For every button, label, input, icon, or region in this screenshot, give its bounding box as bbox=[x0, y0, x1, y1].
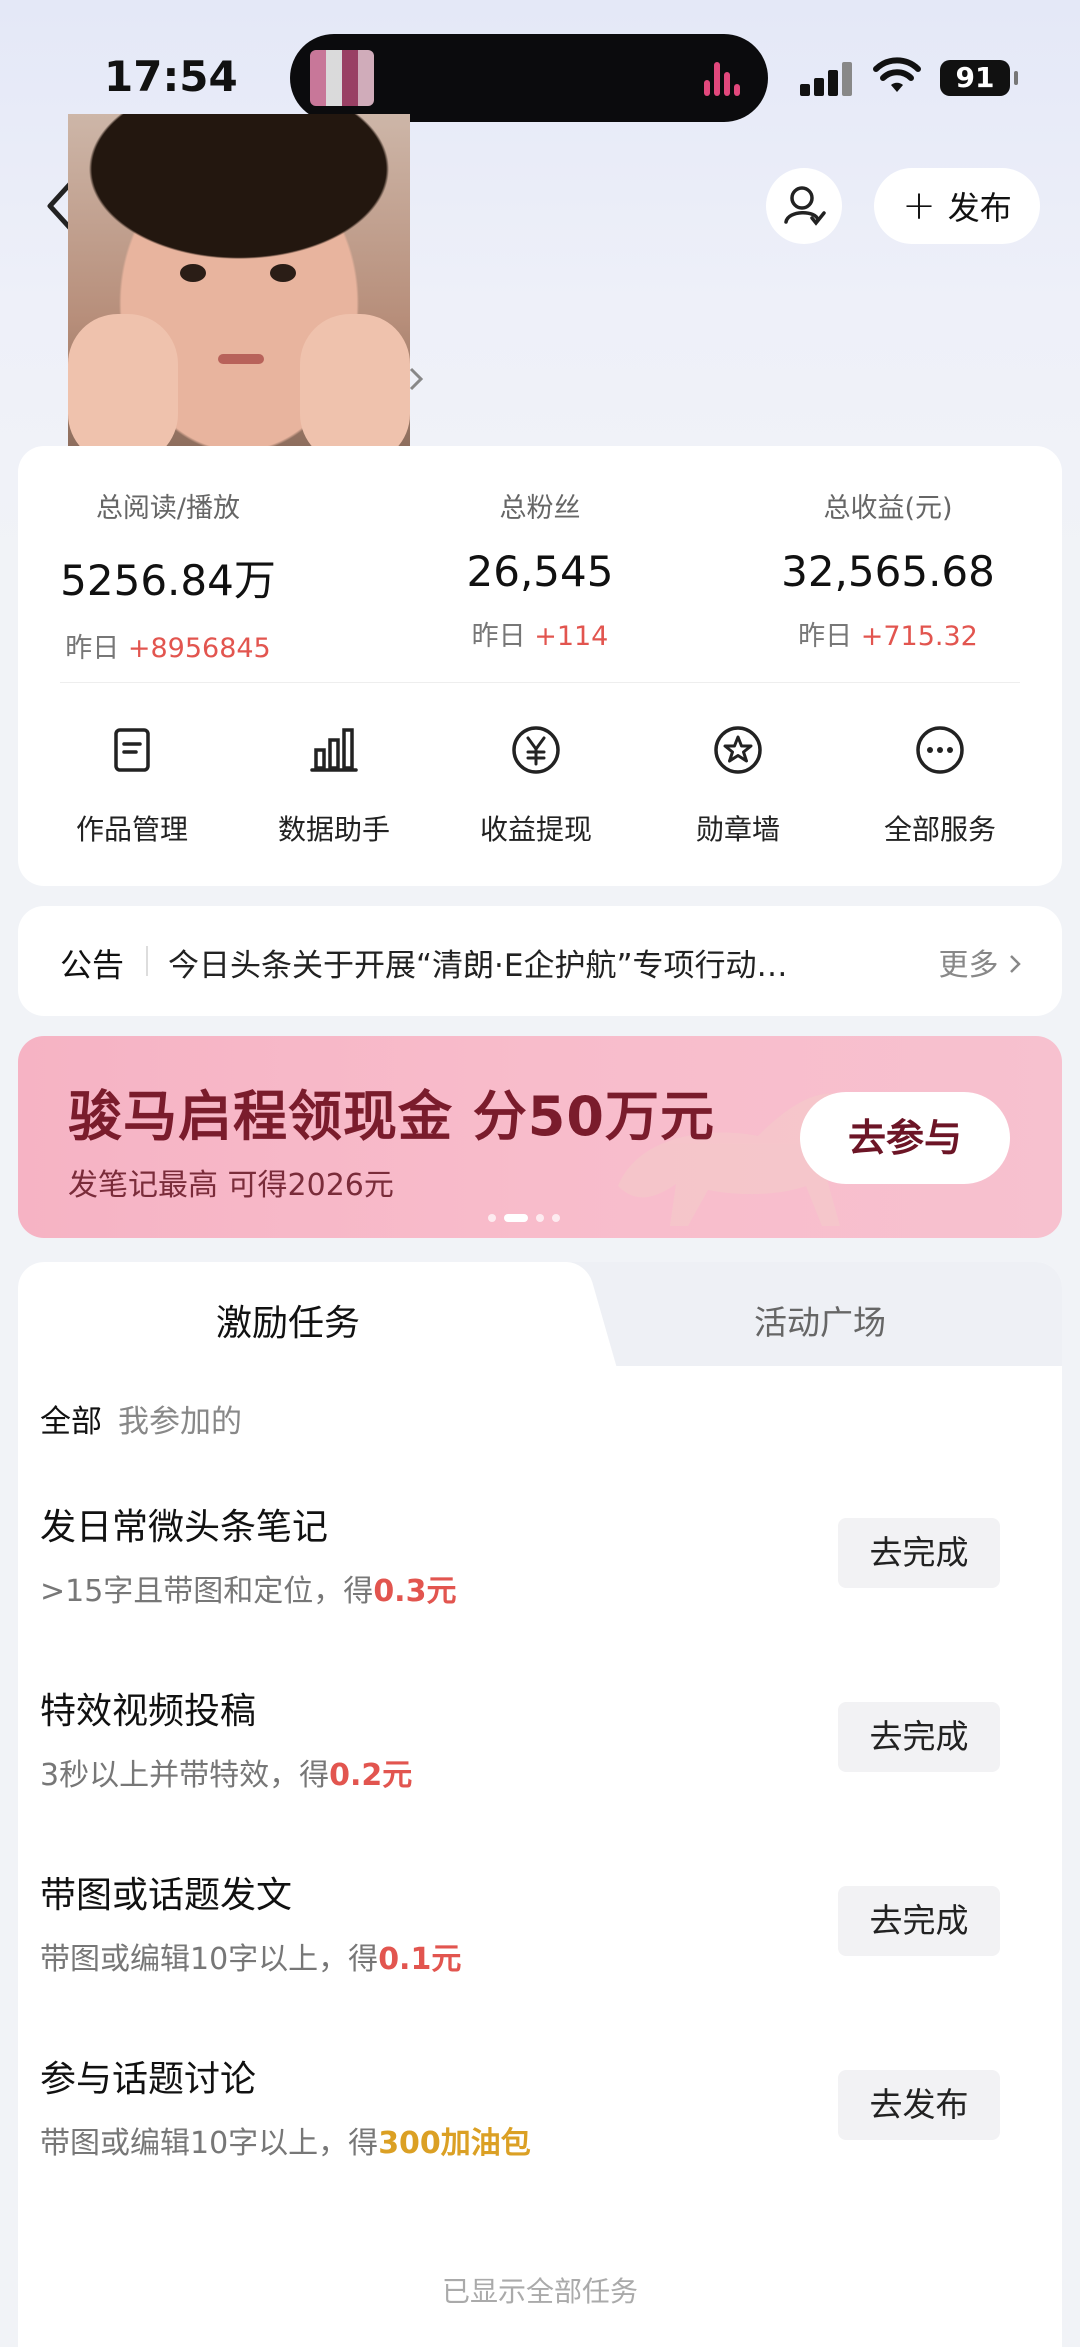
stat-total-earnings[interactable]: 总收益(元) 32,565.68 昨日 +715.32 bbox=[738, 486, 1038, 653]
stat-delta: 昨日 +715.32 bbox=[798, 621, 978, 652]
tool-label: 全部服务 bbox=[883, 813, 996, 846]
announcement-text[interactable]: 今日头条关于开展“清朗·E企护航”专项行动… bbox=[168, 940, 898, 985]
join-button[interactable]: 去参与 bbox=[800, 1092, 1010, 1184]
banner-title: 骏马启程领现金 分50万元 bbox=[68, 1085, 715, 1148]
stat-delta: 昨日 +8956845 bbox=[65, 633, 271, 664]
stat-label: 总收益(元) bbox=[823, 493, 953, 524]
avatar-mouth bbox=[218, 354, 264, 364]
announcement-bar[interactable]: 公告 今日头条关于开展“清朗·E企护航”专项行动… 更多 bbox=[18, 906, 1062, 1016]
task-reward: 0.1元 bbox=[378, 1942, 462, 1977]
tool-label: 作品管理 bbox=[75, 813, 188, 846]
divider bbox=[60, 682, 1020, 683]
filter-mine[interactable]: 我参加的 bbox=[118, 1396, 242, 1441]
battery-indicator: 91 bbox=[940, 60, 1018, 96]
tasks-panel: 激励任务 活动广场 全部 我参加的 发日常微头条笔记 >15字且带图和定位，得0… bbox=[18, 1262, 1062, 2347]
tool-works-management[interactable]: 作品管理 bbox=[52, 722, 212, 848]
audio-bars-icon bbox=[704, 62, 740, 96]
publish-button[interactable]: + 发布 bbox=[874, 168, 1040, 244]
tool-data-assistant[interactable]: 数据助手 bbox=[254, 722, 414, 848]
banner-subtitle: 发笔记最高 可得2026元 bbox=[68, 1168, 394, 1203]
task-action-button[interactable]: 去完成 bbox=[838, 1886, 1000, 1956]
task-action-button[interactable]: 去发布 bbox=[838, 2070, 1000, 2140]
task-item: 带图或话题发文 带图或编辑10字以上，得0.1元 去完成 bbox=[40, 1866, 1000, 1996]
promo-banner[interactable]: 骏马启程领现金 分50万元 发笔记最高 可得2026元 去参与 bbox=[18, 1036, 1062, 1238]
yen-icon bbox=[512, 726, 560, 774]
avatar-hand-left bbox=[68, 314, 178, 458]
stat-value: 5256.84万 bbox=[60, 556, 276, 605]
avatar-eye bbox=[270, 264, 296, 282]
task-reward: 0.2元 bbox=[329, 1758, 413, 1793]
stat-value: 26,545 bbox=[466, 547, 614, 596]
plus-icon: + bbox=[902, 183, 936, 229]
task-action-button[interactable]: 去完成 bbox=[838, 1518, 1000, 1588]
tab-incentive-tasks[interactable]: 激励任务 bbox=[18, 1294, 558, 1346]
stat-total-reads[interactable]: 总阅读/播放 5256.84万 昨日 +8956845 bbox=[18, 486, 318, 665]
cellular-signal-icon bbox=[800, 62, 856, 96]
follow-user-button[interactable] bbox=[766, 168, 842, 244]
announcement-tag: 公告 bbox=[60, 946, 125, 984]
task-item: 发日常微头条笔记 >15字且带图和定位，得0.3元 去完成 bbox=[40, 1498, 1000, 1628]
tool-label: 收益提现 bbox=[479, 813, 592, 846]
status-time: 17:54 bbox=[104, 52, 238, 101]
dynamic-island bbox=[290, 34, 768, 122]
stat-label: 总粉丝 bbox=[499, 493, 581, 524]
pixelated-thumbnail bbox=[310, 50, 374, 106]
task-item: 特效视频投稿 3秒以上并带特效，得0.2元 去完成 bbox=[40, 1682, 1000, 1812]
chevron-right-icon bbox=[1010, 955, 1021, 973]
more-icon bbox=[916, 726, 964, 774]
tool-medal-wall[interactable]: 勋章墙 bbox=[658, 722, 818, 848]
task-reward: 0.3元 bbox=[373, 1574, 457, 1609]
creator-stats-card: 总阅读/播放 5256.84万 昨日 +8956845 总粉丝 26,545 昨… bbox=[18, 446, 1062, 886]
filter-all[interactable]: 全部 bbox=[40, 1396, 102, 1441]
stat-value: 32,565.68 bbox=[781, 547, 995, 596]
tool-earnings-withdraw[interactable]: 收益提现 bbox=[456, 722, 616, 848]
document-icon bbox=[114, 728, 150, 772]
avatar-eye bbox=[180, 264, 206, 282]
tool-label: 勋章墙 bbox=[695, 813, 780, 846]
all-tasks-shown-note: 已显示全部任务 bbox=[441, 2275, 638, 2308]
tool-all-services[interactable]: 全部服务 bbox=[860, 722, 1020, 848]
avatar-hand-right bbox=[300, 314, 410, 458]
tab-activity-square[interactable]: 活动广场 bbox=[578, 1296, 1062, 1344]
stat-label: 总阅读/播放 bbox=[95, 493, 241, 524]
task-reward: 300加油包 bbox=[378, 2126, 531, 2161]
medal-icon bbox=[714, 726, 762, 774]
wifi-icon bbox=[873, 57, 921, 92]
task-action-button[interactable]: 去完成 bbox=[838, 1702, 1000, 1772]
announcement-more-link[interactable]: 更多 bbox=[938, 940, 1022, 984]
chevron-right-icon[interactable] bbox=[408, 366, 424, 392]
task-item: 参与话题讨论 带图或编辑10字以上，得300加油包 去发布 bbox=[40, 2050, 1000, 2180]
avatar[interactable] bbox=[68, 114, 410, 458]
stat-delta: 昨日 +114 bbox=[471, 621, 609, 652]
stat-total-fans[interactable]: 总粉丝 26,545 昨日 +114 bbox=[390, 486, 690, 653]
user-check-icon bbox=[784, 186, 826, 226]
divider bbox=[146, 946, 148, 976]
publish-label: 发布 bbox=[947, 189, 1012, 227]
carousel-indicator bbox=[488, 1214, 560, 1222]
bar-chart-icon bbox=[310, 728, 358, 772]
tool-label: 数据助手 bbox=[277, 813, 390, 846]
